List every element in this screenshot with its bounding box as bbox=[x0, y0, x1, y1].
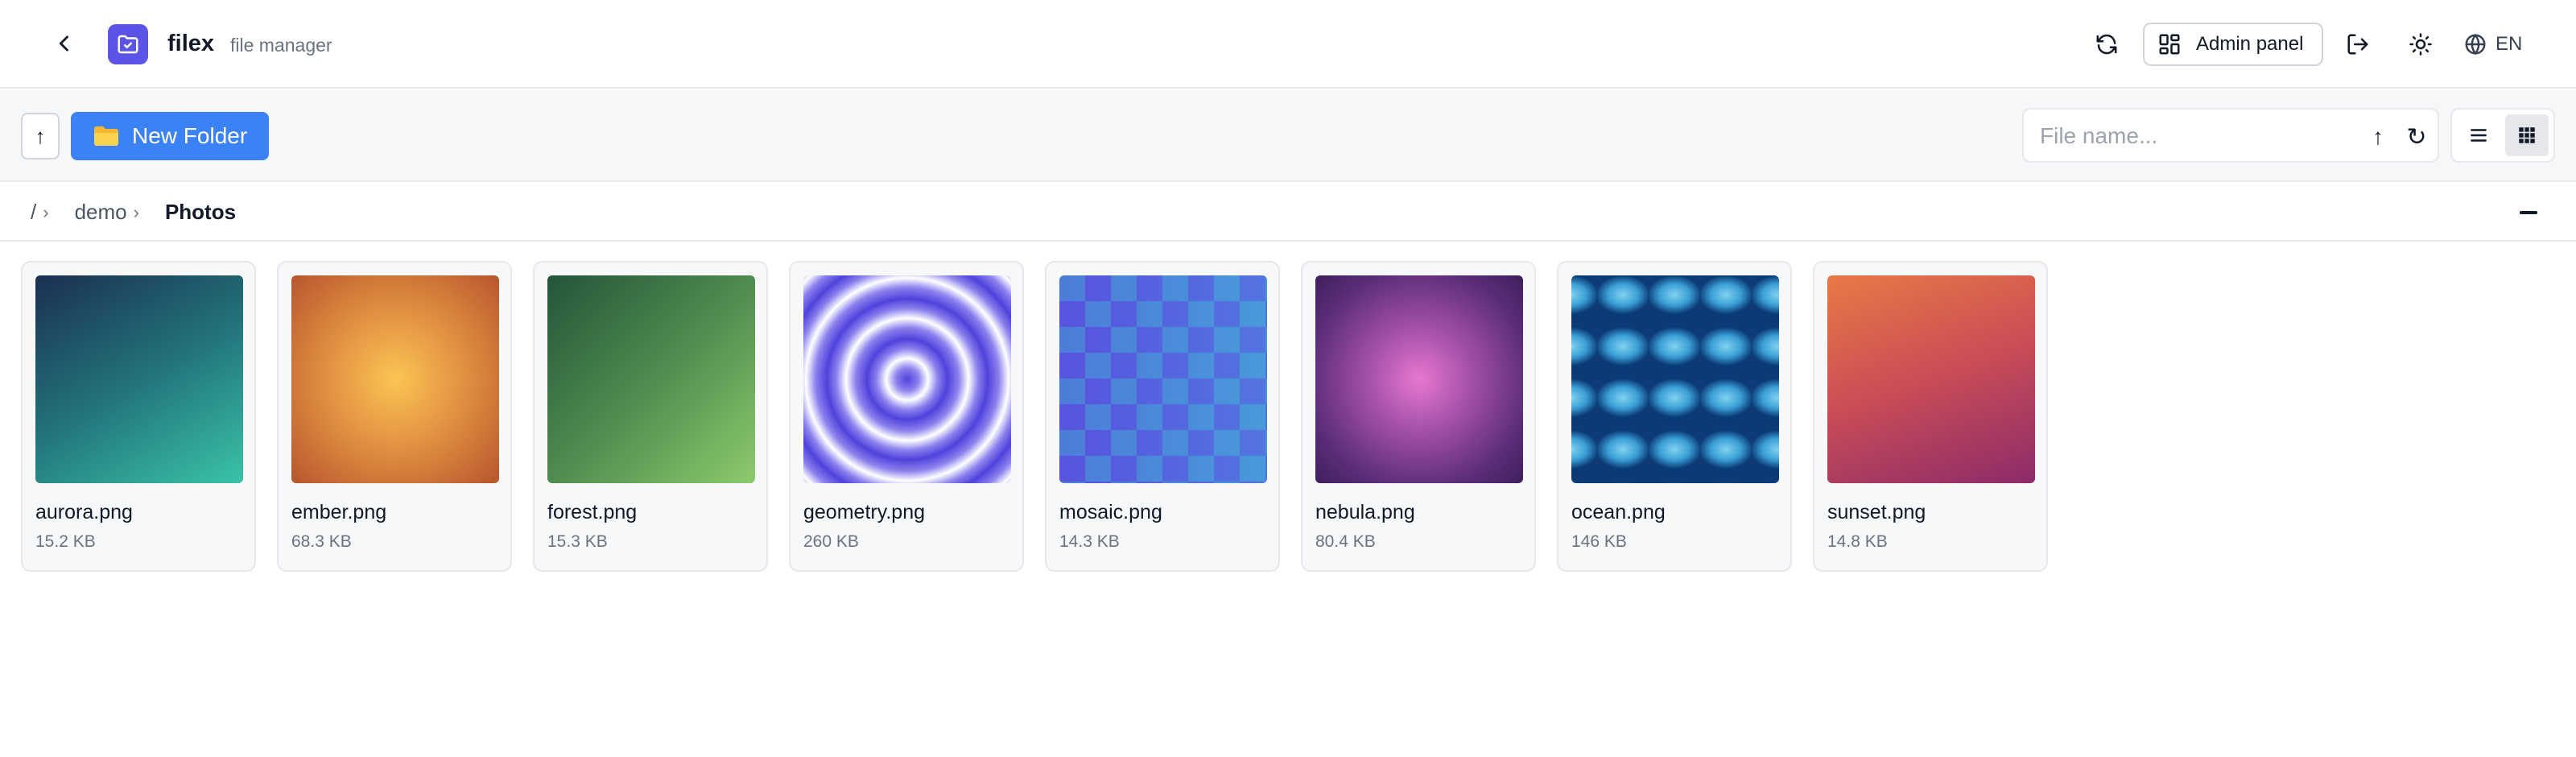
grid-view-button[interactable] bbox=[2505, 114, 2549, 156]
breadcrumb-bar: / › demo › Photos bbox=[0, 184, 2576, 242]
file-thumbnail bbox=[35, 275, 243, 483]
file-thumbnail bbox=[1059, 275, 1267, 483]
sort-button[interactable]: ↑ bbox=[2362, 121, 2394, 153]
back-button[interactable] bbox=[45, 24, 84, 63]
folder-icon bbox=[94, 126, 118, 146]
list-view-button[interactable] bbox=[2457, 114, 2500, 156]
refresh-icon bbox=[2096, 34, 2117, 55]
toolbar: ↑ New Folder ↑ ↻ bbox=[0, 90, 2576, 182]
file-thumbnail bbox=[1571, 275, 1779, 483]
file-card[interactable]: ocean.png 146 KB bbox=[1557, 261, 1792, 572]
refresh-button[interactable] bbox=[2088, 26, 2125, 63]
file-name: nebula.png bbox=[1315, 501, 1415, 523]
file-name-search-input[interactable] bbox=[2040, 119, 2346, 153]
file-thumbnail bbox=[1827, 275, 2035, 483]
breadcrumb-separator: › bbox=[133, 201, 139, 222]
globe-icon bbox=[2465, 33, 2486, 56]
breadcrumb-current: Photos bbox=[164, 200, 237, 224]
file-thumbnail bbox=[291, 275, 499, 483]
file-name: mosaic.png bbox=[1059, 501, 1162, 523]
new-folder-button[interactable]: New Folder bbox=[71, 112, 269, 160]
grid-icon bbox=[2519, 127, 2535, 143]
file-size: 146 KB bbox=[1571, 532, 1627, 551]
file-thumbnail bbox=[803, 275, 1011, 483]
language-label: EN bbox=[2496, 33, 2523, 55]
reload-icon: ↻ bbox=[2406, 123, 2427, 151]
file-card[interactable]: aurora.png 15.2 KB bbox=[21, 261, 256, 572]
breadcrumb-separator: › bbox=[43, 201, 49, 222]
file-grid: aurora.png 15.2 KB ember.png 68.3 KB for… bbox=[21, 261, 2048, 572]
file-name: aurora.png bbox=[35, 501, 133, 523]
arrow-up-icon: ↑ bbox=[35, 123, 46, 148]
file-size: 15.2 KB bbox=[35, 532, 96, 551]
app-logo bbox=[108, 24, 148, 64]
new-folder-label: New Folder bbox=[132, 123, 248, 148]
app-subtitle: file manager bbox=[230, 35, 332, 56]
sort-arrow-icon: ↑ bbox=[2372, 124, 2384, 149]
breadcrumb: / › demo › Photos bbox=[31, 200, 236, 225]
file-card[interactable]: nebula.png 80.4 KB bbox=[1301, 261, 1536, 572]
file-size: 260 KB bbox=[803, 532, 859, 551]
admin-panel-label: Admin panel bbox=[2196, 33, 2304, 55]
file-name: ocean.png bbox=[1571, 501, 1666, 523]
file-size: 80.4 KB bbox=[1315, 532, 1376, 551]
file-name: geometry.png bbox=[803, 501, 926, 523]
file-card[interactable]: geometry.png 260 KB bbox=[789, 261, 1024, 572]
file-name: forest.png bbox=[547, 501, 638, 523]
file-card[interactable]: ember.png 68.3 KB bbox=[277, 261, 512, 572]
chevron-left-icon bbox=[59, 35, 68, 52]
file-thumbnail bbox=[1315, 275, 1523, 483]
breadcrumb-item-demo[interactable]: demo bbox=[75, 200, 127, 225]
file-size: 15.3 KB bbox=[547, 532, 608, 551]
parent-directory-button[interactable]: ↑ bbox=[21, 113, 60, 159]
sun-icon bbox=[2409, 33, 2432, 56]
app-header: filex file manager Admin panel EN bbox=[0, 0, 2576, 89]
file-card[interactable]: mosaic.png 14.3 KB bbox=[1045, 261, 1280, 572]
admin-panel-button[interactable]: Admin panel bbox=[2143, 23, 2323, 66]
logout-icon bbox=[2347, 34, 2368, 55]
file-size: 14.8 KB bbox=[1827, 532, 1888, 551]
dashboard-icon bbox=[2159, 34, 2180, 55]
language-button[interactable]: EN bbox=[2463, 26, 2522, 63]
breadcrumb-root[interactable]: / bbox=[31, 200, 36, 225]
reload-button[interactable]: ↻ bbox=[2401, 121, 2433, 153]
theme-toggle-button[interactable] bbox=[2402, 26, 2439, 63]
file-size: 14.3 KB bbox=[1059, 532, 1120, 551]
list-icon bbox=[2471, 129, 2487, 142]
file-thumbnail bbox=[547, 275, 755, 483]
search-box: ↑ ↻ bbox=[2022, 108, 2439, 163]
file-name: sunset.png bbox=[1827, 501, 1926, 523]
folder-check-icon bbox=[118, 35, 138, 54]
file-card[interactable]: forest.png 15.3 KB bbox=[533, 261, 768, 572]
logout-button[interactable] bbox=[2339, 26, 2376, 63]
more-options-icon[interactable] bbox=[2516, 203, 2541, 222]
app-name: filex bbox=[167, 31, 215, 56]
file-card[interactable]: sunset.png 14.8 KB bbox=[1813, 261, 2048, 572]
view-mode-toggle bbox=[2450, 108, 2555, 163]
file-size: 68.3 KB bbox=[291, 532, 352, 551]
file-name: ember.png bbox=[291, 501, 387, 523]
